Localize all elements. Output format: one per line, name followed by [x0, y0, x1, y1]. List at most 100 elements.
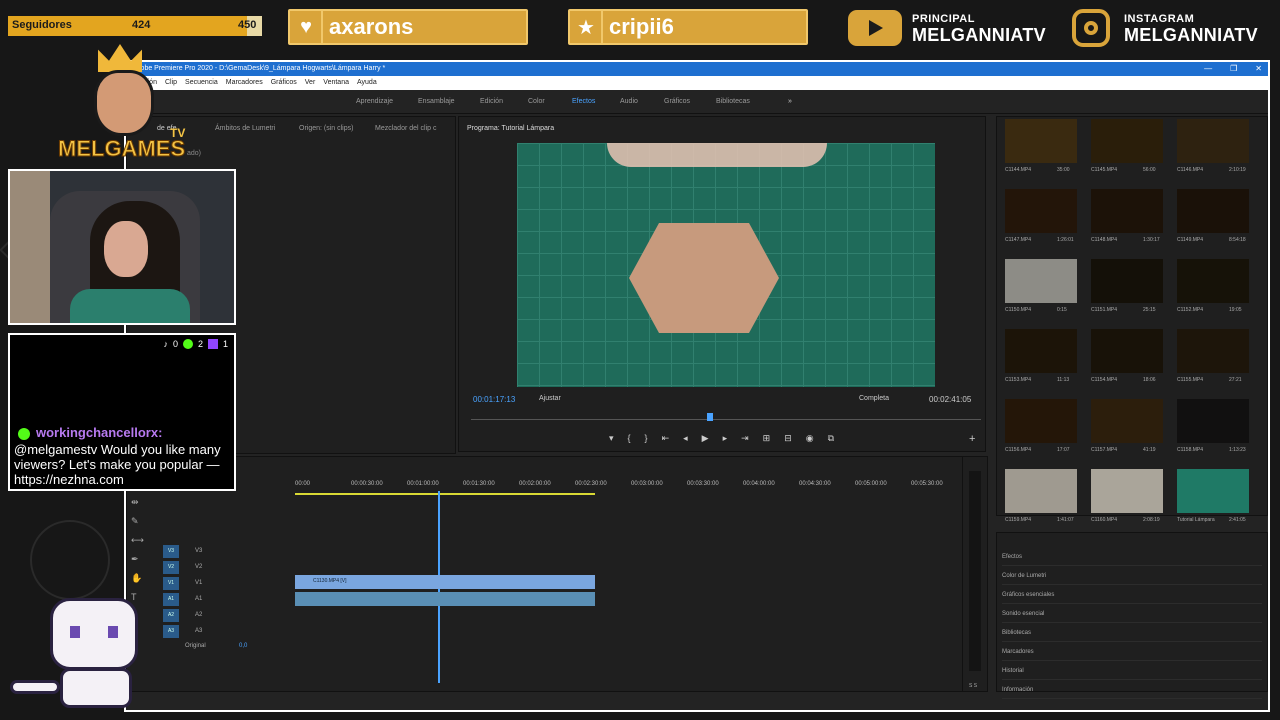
lift-icon[interactable]: ⊞ [763, 433, 771, 444]
panel-item[interactable]: Sonido esencial [1002, 611, 1262, 623]
go-to-out-icon[interactable]: ⇥ [741, 433, 749, 444]
clip-thumbnail[interactable] [1091, 469, 1163, 513]
pen-icon[interactable]: ✒ [131, 554, 144, 565]
clip-thumbnail[interactable] [1177, 329, 1249, 373]
clip-thumbnail[interactable] [1177, 399, 1249, 443]
hand-icon[interactable]: ✋ [131, 573, 144, 584]
star-icon: ★ [571, 11, 603, 43]
workspace-tab[interactable]: Bibliotecas [716, 98, 750, 105]
work-area-bar[interactable] [295, 493, 595, 495]
clip-thumbnail[interactable] [1005, 189, 1077, 233]
clip-name: C1145.MP4 [1091, 167, 1118, 173]
clip-duration: 1:30:17 [1143, 237, 1160, 243]
quality-dropdown[interactable]: Completa [859, 395, 889, 402]
instagram-handle: MELGANNIATV [1124, 25, 1258, 45]
track-name[interactable]: A1 [195, 596, 202, 602]
clip-thumbnail[interactable] [1177, 469, 1249, 513]
webcam-feed [8, 169, 236, 325]
timeline-ruler[interactable]: 00:00 00:00:30:00 00:01:00:00 00:01:30:00 00… [295, 481, 985, 491]
clip-thumbnail[interactable] [1005, 329, 1077, 373]
more-workspaces-icon[interactable]: » [788, 98, 792, 105]
clip-thumbnail[interactable] [1177, 119, 1249, 163]
track-target[interactable]: A1 [163, 593, 179, 606]
camera-icon[interactable]: ◉ [806, 433, 814, 444]
youtube-icon [848, 10, 902, 46]
clip-thumbnail[interactable] [1091, 329, 1163, 373]
premiere-window[interactable]: Adobe Premiere Pro 2020 - D:\GemaDesk\9_… [124, 60, 1270, 712]
panel-item[interactable]: Información [1002, 687, 1262, 699]
step-back-icon[interactable]: ◂ [683, 433, 688, 444]
track-name[interactable]: V2 [195, 564, 202, 570]
clip-mixer-tab[interactable]: Mezclador del clip c [375, 125, 436, 132]
workspace-tab[interactable]: Edición [480, 98, 503, 105]
clip-duration: 19:05 [1229, 307, 1242, 313]
panel-item[interactable]: Gráficos esenciales [1002, 592, 1262, 604]
clip-thumbnail[interactable] [1005, 119, 1077, 163]
track-target[interactable]: V3 [163, 545, 179, 558]
workspace-tab[interactable]: Aprendizaje [356, 98, 393, 105]
slip-icon[interactable]: ⟷ [131, 535, 144, 546]
panel-item[interactable]: Efectos [1002, 554, 1262, 566]
clip-thumbnail[interactable] [1177, 259, 1249, 303]
panel-item[interactable]: Bibliotecas [1002, 630, 1262, 642]
workspace-tab[interactable]: Audio [620, 98, 638, 105]
track-name[interactable]: V3 [195, 548, 202, 554]
marker-icon[interactable]: ▾ [609, 433, 614, 444]
workspace-tab[interactable]: Color [528, 98, 545, 105]
add-button-icon[interactable]: + [969, 433, 975, 445]
clip-thumbnail[interactable] [1091, 259, 1163, 303]
play-icon[interactable]: ▶ [702, 433, 709, 444]
followers-goal: 450 [238, 19, 257, 31]
original-value[interactable]: 0,0 [239, 643, 247, 649]
track-target[interactable]: A2 [163, 609, 179, 622]
program-title[interactable]: Programa: Tutorial Lámpara [467, 125, 554, 132]
compare-icon[interactable]: ⧉ [828, 433, 834, 444]
panel-item[interactable]: Marcadores [1002, 649, 1262, 661]
clip-thumbnail[interactable] [1091, 399, 1163, 443]
workspace-tab[interactable]: Efectos [572, 98, 595, 105]
playhead-marker[interactable] [707, 413, 713, 421]
clip-thumbnail[interactable] [1091, 189, 1163, 233]
razor-icon[interactable]: ✎ [131, 516, 144, 527]
step-forward-icon[interactable]: ▸ [723, 433, 728, 444]
menu-item[interactable]: Gráficos [271, 76, 297, 90]
clip-thumbnail[interactable] [1005, 259, 1077, 303]
clip-thumbnail[interactable] [1005, 469, 1077, 513]
clip-thumbnail[interactable] [1005, 399, 1077, 443]
menu-item[interactable]: Marcadores [226, 76, 263, 90]
panel-item[interactable]: Color de Lumetri [1002, 573, 1262, 585]
playhead-scrubber[interactable] [471, 419, 981, 420]
track-name[interactable]: A2 [195, 612, 202, 618]
source-tab[interactable]: Origen: (sin clips) [299, 125, 353, 132]
mark-out-icon[interactable]: } [645, 433, 648, 444]
maximize-icon[interactable]: ❐ [1230, 62, 1237, 76]
current-timecode[interactable]: 00:01:17:13 [473, 395, 515, 404]
track-name[interactable]: V1 [195, 580, 202, 586]
minimize-icon[interactable]: — [1204, 62, 1212, 76]
window-titlebar[interactable]: Adobe Premiere Pro 2020 - D:\GemaDesk\9_… [126, 62, 1268, 76]
heart-icon: ♥ [291, 11, 323, 43]
ripple-edit-icon[interactable]: ⇹ [131, 497, 144, 508]
fit-dropdown[interactable]: Ajustar [539, 395, 561, 402]
video-clip[interactable]: C1130.MP4 [V] [295, 575, 595, 589]
workspace-tab[interactable]: Ensamblaje [418, 98, 455, 105]
menu-item[interactable]: Ventana [323, 76, 349, 90]
lumetri-scopes-tab[interactable]: Ámbitos de Lumetri [215, 125, 275, 132]
go-to-in-icon[interactable]: ⇤ [662, 433, 670, 444]
menu-item[interactable]: Ver [305, 76, 316, 90]
clip-thumbnail[interactable] [1177, 189, 1249, 233]
mark-in-icon[interactable]: { [628, 433, 631, 444]
workspace-tab[interactable]: Gráficos [664, 98, 690, 105]
clip-thumbnail[interactable] [1091, 119, 1163, 163]
track-target[interactable]: V1 [163, 577, 179, 590]
track-target[interactable]: A3 [163, 625, 179, 638]
panel-item[interactable]: Historial [1002, 668, 1262, 680]
bg-decoration [30, 520, 110, 600]
extract-icon[interactable]: ⊟ [784, 433, 792, 444]
audio-clip[interactable] [295, 592, 595, 606]
track-target[interactable]: V2 [163, 561, 179, 574]
clip-name: C1157.MP4 [1091, 447, 1118, 453]
menu-item[interactable]: Ayuda [357, 76, 377, 90]
close-icon[interactable]: ✕ [1255, 62, 1262, 76]
track-name[interactable]: A3 [195, 628, 202, 634]
